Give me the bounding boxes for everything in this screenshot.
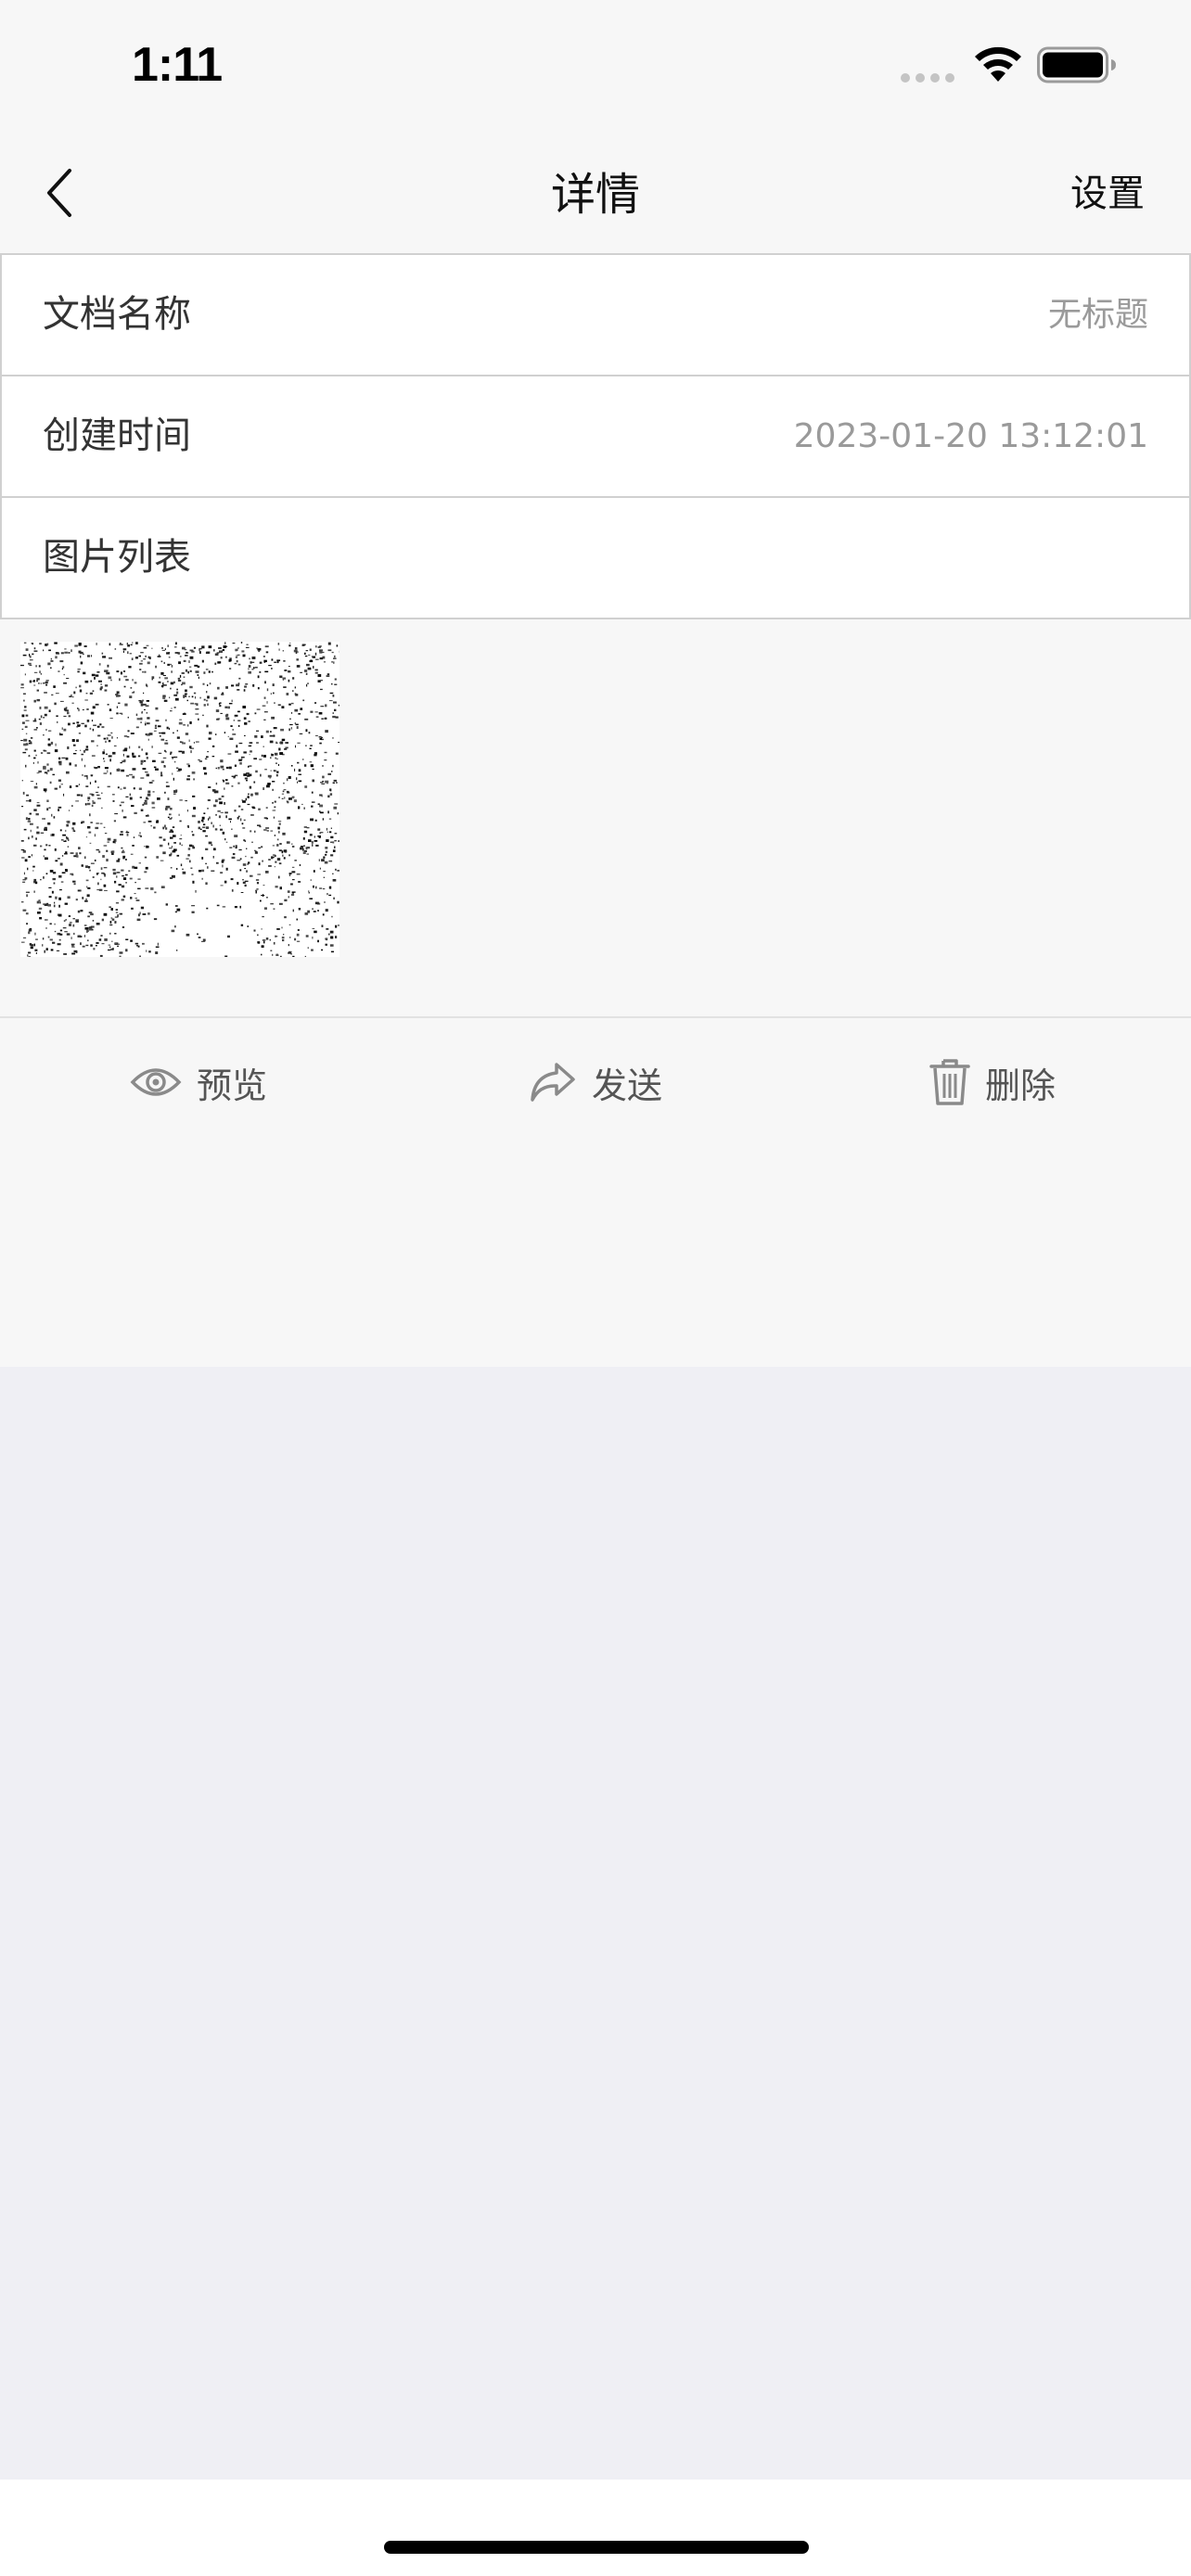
trash-icon [929,1059,970,1105]
created-time-value: 2023-01-20 13:12:01 [793,417,1148,455]
action-bar: 预览 发送 删除 [0,1016,1191,1146]
document-name-label: 文档名称 [43,293,191,336]
created-time-row: 创建时间 2023-01-20 13:12:01 [0,376,1191,498]
image-thumbnail[interactable] [20,642,339,957]
delete-button[interactable]: 删除 [794,1018,1191,1146]
share-arrow-icon [531,1063,575,1102]
page-title: 详情 [550,169,640,221]
home-indicator-area [0,2480,1191,2576]
document-name-row[interactable]: 文档名称 无标题 [0,255,1191,376]
status-bar: 1:11 [0,0,1191,130]
content-area: 1:11 详情 设置 文档名称 无标题 创建时间 2023-01-20 13:1… [0,0,1191,1367]
scanned-image [20,642,339,957]
info-list: 文档名称 无标题 创建时间 2023-01-20 13:12:01 图片列表 [0,253,1191,619]
navigation-bar: 详情 设置 [0,130,1191,254]
created-time-label: 创建时间 [43,414,191,457]
settings-button[interactable]: 设置 [1070,163,1145,217]
cellular-signal-icon [901,73,954,83]
send-label: 发送 [591,1065,662,1106]
preview-label: 预览 [196,1065,267,1106]
document-name-value: 无标题 [1047,296,1148,334]
status-time: 1:11 [132,38,223,92]
battery-icon [1037,46,1116,83]
screen: 1:11 详情 设置 文档名称 无标题 创建时间 2023-01-20 13:1… [0,0,1191,2576]
send-button[interactable]: 发送 [397,1018,794,1146]
wifi-icon [975,46,1021,82]
home-indicator[interactable] [384,2541,809,2554]
preview-button[interactable]: 预览 [0,1018,397,1146]
delete-label: 删除 [984,1065,1056,1106]
image-list-label: 图片列表 [43,536,191,579]
eye-icon [130,1068,182,1096]
image-list-row: 图片列表 [0,498,1191,619]
image-grid [0,619,1191,1016]
